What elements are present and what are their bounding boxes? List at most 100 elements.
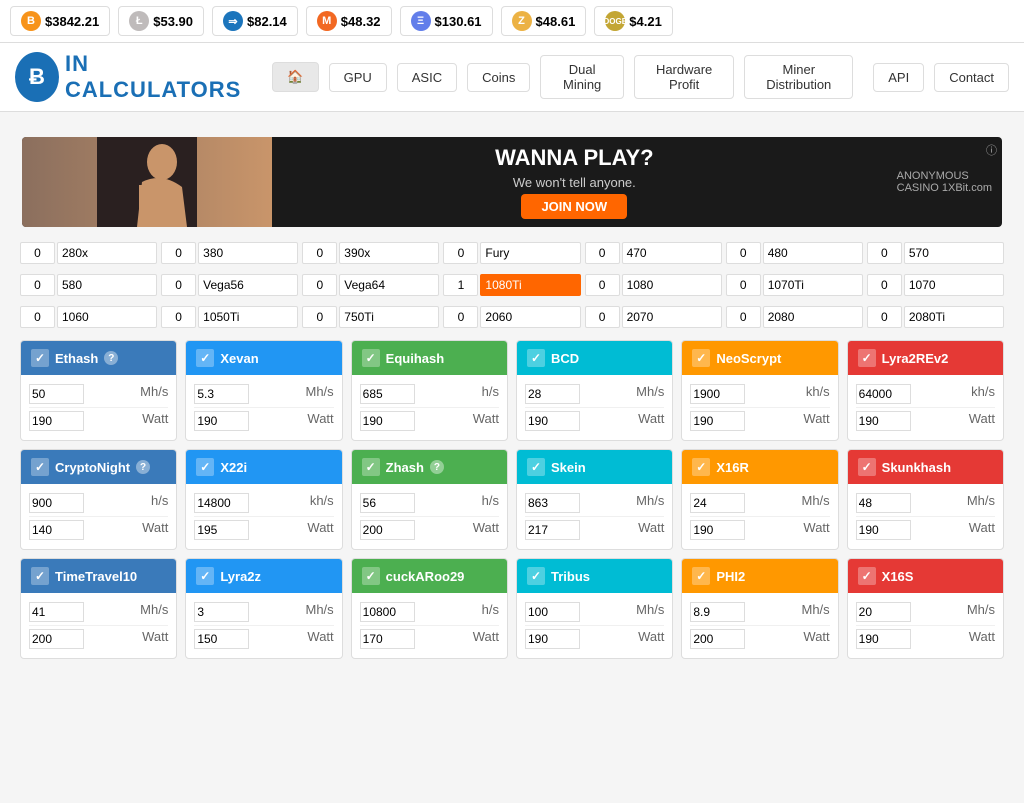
gpu-input-vega64[interactable] [302, 274, 337, 296]
equihash-hashrate-input[interactable] [360, 384, 415, 404]
skunkhash-watt-input[interactable] [856, 520, 911, 540]
timetravel10-hashrate-input[interactable] [29, 602, 84, 622]
gpu-input-1080[interactable] [585, 274, 620, 296]
xevan-hashrate-input[interactable] [194, 384, 249, 404]
gpu-input-2080ti[interactable] [867, 306, 902, 328]
skunkhash-hashrate-input[interactable] [856, 493, 911, 513]
bcd-hashrate-input[interactable] [525, 384, 580, 404]
algo-header-skunkhash[interactable]: ✓ Skunkhash [848, 450, 1003, 484]
x22i-watt-input[interactable] [194, 520, 249, 540]
gpu-input-2060[interactable] [443, 306, 478, 328]
algo-header-x16r[interactable]: ✓ X16R [682, 450, 837, 484]
skunkhash-checkbox[interactable]: ✓ [858, 458, 876, 476]
ad-banner[interactable]: WANNA PLAY? We won't tell anyone. JOIN N… [22, 137, 1002, 227]
skein-watt-input[interactable] [525, 520, 580, 540]
ad-info-icon[interactable]: ⓘ [986, 142, 997, 158]
lyra2z-checkbox[interactable]: ✓ [196, 567, 214, 585]
gpu-input-280x[interactable] [20, 242, 55, 264]
gpu-input-380[interactable] [161, 242, 196, 264]
xevan-watt-input[interactable] [194, 411, 249, 431]
neoscrypt-hashrate-input[interactable] [690, 384, 745, 404]
gpu-input-1080ti[interactable] [443, 274, 478, 296]
cryptonight-checkbox[interactable]: ✓ [31, 458, 49, 476]
algo-header-tribus[interactable]: ✓ Tribus [517, 559, 672, 593]
algo-header-x22i[interactable]: ✓ X22i [186, 450, 341, 484]
skein-hashrate-input[interactable] [525, 493, 580, 513]
gpu-input-470[interactable] [585, 242, 620, 264]
gpu-input-480[interactable] [726, 242, 761, 264]
x16r-hashrate-input[interactable] [690, 493, 745, 513]
nav-coins-button[interactable]: Coins [467, 63, 530, 92]
x16r-watt-input[interactable] [690, 520, 745, 540]
algo-header-lyra2rev2[interactable]: ✓ Lyra2REv2 [848, 341, 1003, 375]
nav-api-button[interactable]: API [873, 63, 924, 92]
bcd-checkbox[interactable]: ✓ [527, 349, 545, 367]
algo-header-neoscrypt[interactable]: ✓ NeoScrypt [682, 341, 837, 375]
gpu-input-1060[interactable] [20, 306, 55, 328]
algo-header-lyra2z[interactable]: ✓ Lyra2z [186, 559, 341, 593]
lyra2z-watt-input[interactable] [194, 629, 249, 649]
algo-header-equihash[interactable]: ✓ Equihash [352, 341, 507, 375]
cryptonight-hashrate-input[interactable] [29, 493, 84, 513]
nav-contact-button[interactable]: Contact [934, 63, 1009, 92]
x16s-hashrate-input[interactable] [856, 602, 911, 622]
gpu-input-2070[interactable] [585, 306, 620, 328]
x16s-checkbox[interactable]: ✓ [858, 567, 876, 585]
algo-header-zhash[interactable]: ✓ Zhash ? [352, 450, 507, 484]
zhash-help-icon[interactable]: ? [430, 460, 444, 474]
phi2-hashrate-input[interactable] [690, 602, 745, 622]
neoscrypt-watt-input[interactable] [690, 411, 745, 431]
ethash-help-icon[interactable]: ? [104, 351, 118, 365]
neoscrypt-checkbox[interactable]: ✓ [692, 349, 710, 367]
nav-dualmining-button[interactable]: Dual Mining [540, 55, 624, 99]
phi2-checkbox[interactable]: ✓ [692, 567, 710, 585]
nav-minerdistribution-button[interactable]: Miner Distribution [744, 55, 853, 99]
cuckaroo29-hashrate-input[interactable] [360, 602, 415, 622]
cryptonight-watt-input[interactable] [29, 520, 84, 540]
zhash-checkbox[interactable]: ✓ [362, 458, 380, 476]
ethash-hashrate-input[interactable] [29, 384, 84, 404]
zhash-watt-input[interactable] [360, 520, 415, 540]
gpu-input-vega56[interactable] [161, 274, 196, 296]
nav-home-button[interactable]: 🏠 [272, 62, 318, 92]
equihash-checkbox[interactable]: ✓ [362, 349, 380, 367]
tribus-hashrate-input[interactable] [525, 602, 580, 622]
algo-header-ethash[interactable]: ✓ Ethash ? [21, 341, 176, 375]
nav-asic-button[interactable]: ASIC [397, 63, 457, 92]
algo-header-cryptonight[interactable]: ✓ CryptoNight ? [21, 450, 176, 484]
phi2-watt-input[interactable] [690, 629, 745, 649]
nav-hardwareprofit-button[interactable]: Hardware Profit [634, 55, 734, 99]
lyra2rev2-checkbox[interactable]: ✓ [858, 349, 876, 367]
equihash-watt-input[interactable] [360, 411, 415, 431]
ad-join-button[interactable]: JOIN NOW [521, 194, 627, 219]
ethash-checkbox[interactable]: ✓ [31, 349, 49, 367]
cryptonight-help-icon[interactable]: ? [136, 460, 150, 474]
algo-header-xevan[interactable]: ✓ Xevan [186, 341, 341, 375]
x16r-checkbox[interactable]: ✓ [692, 458, 710, 476]
gpu-input-1070[interactable] [867, 274, 902, 296]
gpu-input-1070ti[interactable] [726, 274, 761, 296]
timetravel10-watt-input[interactable] [29, 629, 84, 649]
algo-header-skein[interactable]: ✓ Skein [517, 450, 672, 484]
gpu-input-1050ti[interactable] [161, 306, 196, 328]
cuckaroo29-watt-input[interactable] [360, 629, 415, 649]
nav-gpu-button[interactable]: GPU [329, 63, 387, 92]
gpu-input-390x[interactable] [302, 242, 337, 264]
timetravel10-checkbox[interactable]: ✓ [31, 567, 49, 585]
lyra2rev2-watt-input[interactable] [856, 411, 911, 431]
algo-header-phi2[interactable]: ✓ PHI2 [682, 559, 837, 593]
algo-header-bcd[interactable]: ✓ BCD [517, 341, 672, 375]
bcd-watt-input[interactable] [525, 411, 580, 431]
gpu-input-570[interactable] [867, 242, 902, 264]
lyra2rev2-hashrate-input[interactable] [856, 384, 911, 404]
algo-header-cuckaroo29[interactable]: ✓ cuckARoo29 [352, 559, 507, 593]
x22i-hashrate-input[interactable] [194, 493, 249, 513]
skein-checkbox[interactable]: ✓ [527, 458, 545, 476]
tribus-watt-input[interactable] [525, 629, 580, 649]
gpu-input-2080[interactable] [726, 306, 761, 328]
gpu-input-580[interactable] [20, 274, 55, 296]
ethash-watt-input[interactable] [29, 411, 84, 431]
algo-header-timetravel10[interactable]: ✓ TimeTravel10 [21, 559, 176, 593]
xevan-checkbox[interactable]: ✓ [196, 349, 214, 367]
zhash-hashrate-input[interactable] [360, 493, 415, 513]
